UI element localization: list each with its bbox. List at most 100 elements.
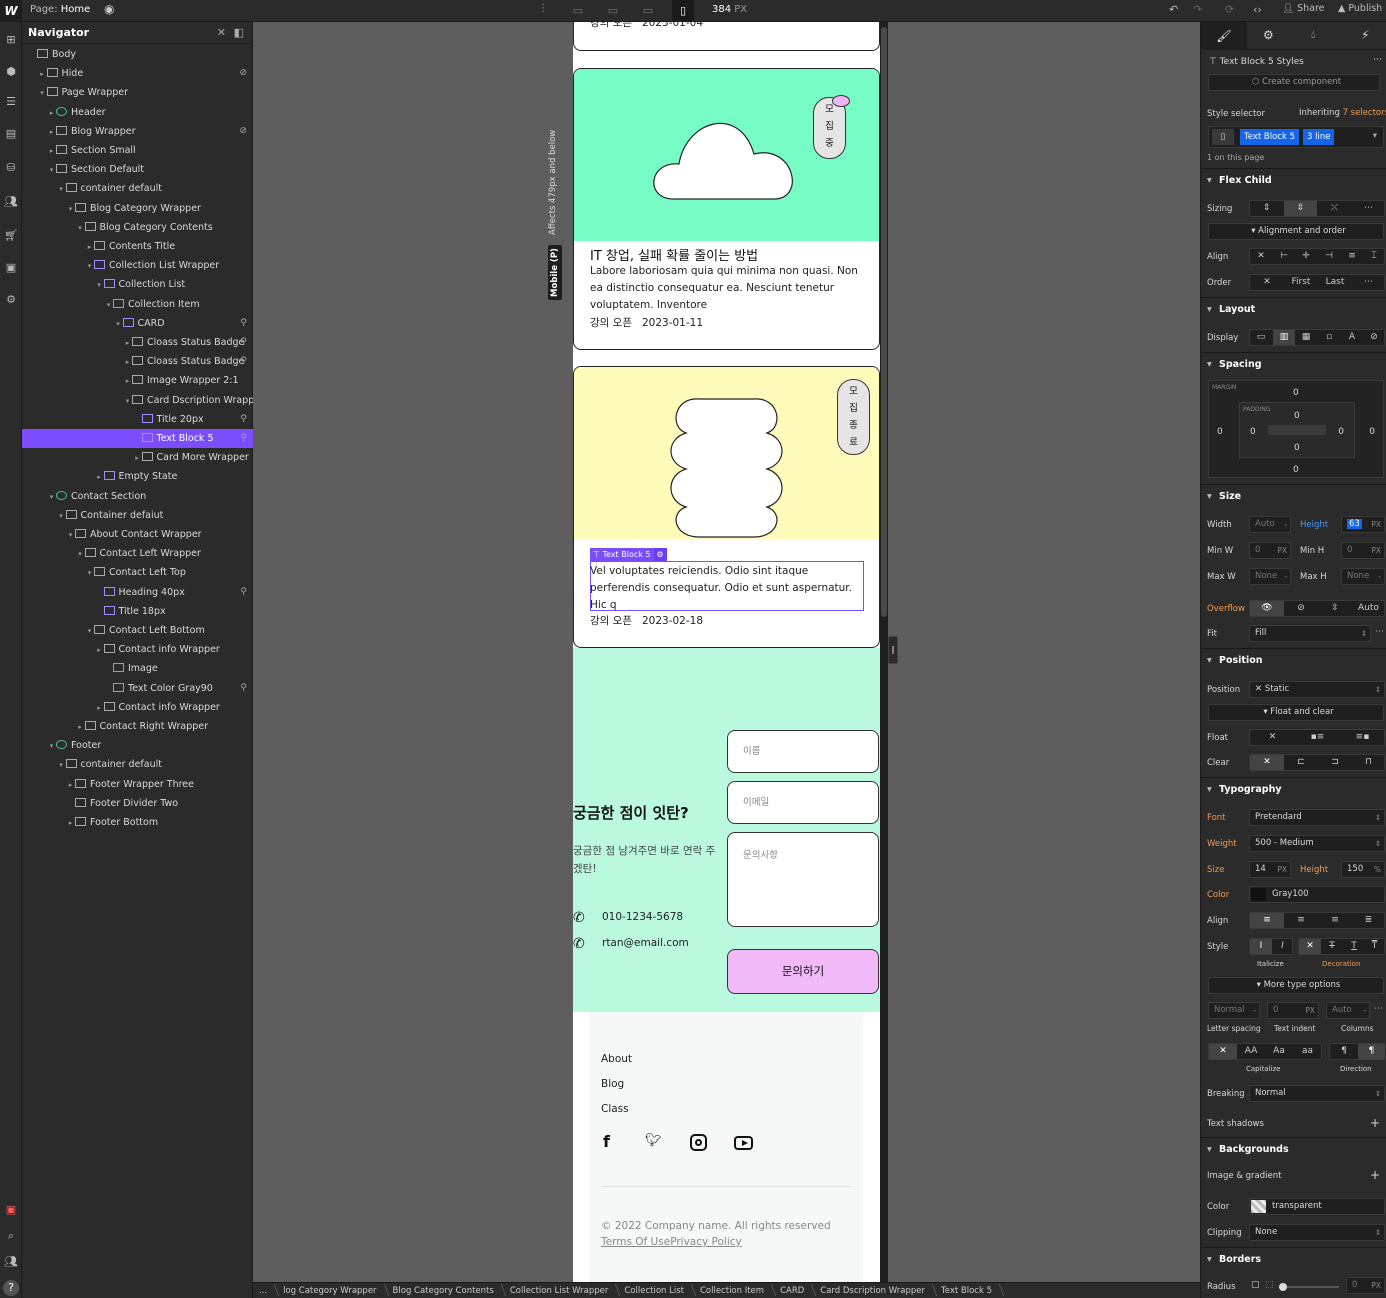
navigator-item[interactable]: Title 20px ⚲ — [22, 410, 253, 429]
navigator-item[interactable]: ▾ Contact Left Top — [22, 563, 253, 582]
desktop-icon[interactable]: ▭ — [602, 0, 624, 22]
expand-arrow-icon[interactable]: ▾ — [85, 257, 94, 276]
navigator-item[interactable]: ▾ Contact Section — [22, 487, 253, 506]
margin-top[interactable]: 0 — [1293, 388, 1299, 398]
navigator-item[interactable]: ▾ CARD ⚲ — [22, 314, 253, 333]
navigator-item[interactable]: ▸ Contents Title — [22, 237, 253, 256]
collapse-icon[interactable]: ✕ — [217, 22, 226, 44]
expand-arrow-icon[interactable]: ▸ — [133, 449, 142, 468]
expand-arrow-icon[interactable]: ▸ — [95, 468, 104, 487]
expand-arrow-icon[interactable]: ▾ — [57, 180, 66, 199]
navigator-item[interactable]: ▸ Image Wrapper 2:1 — [22, 371, 253, 390]
message-textarea[interactable]: 문의사항 — [727, 832, 879, 927]
min-width-input[interactable]: 0 PX — [1249, 542, 1291, 559]
display-toggle[interactable]: ▭ ▥ ▦ ▫ A ⊘ — [1249, 329, 1385, 346]
add-background-icon[interactable]: + — [1370, 1168, 1380, 1182]
navigator-item[interactable]: ▸ Cloass Status Badge ⚲ — [22, 352, 253, 371]
expand-arrow-icon[interactable]: ▸ — [38, 65, 47, 84]
navigator-item[interactable]: ▾ Footer — [22, 736, 253, 755]
breadcrumb-item[interactable]: ... — [253, 1283, 277, 1298]
navigator-item[interactable]: ▾ Collection List Wrapper — [22, 256, 253, 275]
expand-arrow-icon[interactable]: ▾ — [38, 84, 47, 103]
navigator-icon[interactable]: ☰ — [3, 94, 19, 110]
radius-individual-icon[interactable]: ⬚ — [1265, 1280, 1274, 1290]
breadcrumb-item[interactable]: Collection List — [618, 1283, 694, 1298]
users-icon[interactable]: 👥︎ — [3, 194, 19, 210]
navigator-item[interactable]: Text Color Gray90 ⚲ — [22, 679, 253, 698]
assets-icon[interactable]: ▣ — [3, 260, 19, 276]
navigator-item[interactable]: ▾ container default — [22, 755, 253, 774]
youtube-icon[interactable] — [734, 1136, 753, 1150]
expand-arrow-icon[interactable]: ▸ — [95, 641, 104, 660]
navigator-item[interactable]: ▾ Container defaiut — [22, 506, 253, 525]
navigator-item[interactable]: ▸ Blog Wrapper ⊘ — [22, 122, 253, 141]
backgrounds-section[interactable]: Backgrounds — [1201, 1137, 1386, 1162]
class-selector[interactable]: ▯ Text Block 5 3 line ▾ — [1208, 126, 1384, 148]
max-width-input[interactable]: None - — [1249, 568, 1291, 585]
padding-right[interactable]: 0 — [1338, 427, 1344, 437]
more-options-icon[interactable]: ⋯ — [1373, 55, 1382, 65]
breadcrumb-item[interactable]: Text Block 5 — [935, 1283, 1002, 1298]
navigator-item[interactable]: ▸ Footer Bottom — [22, 813, 253, 832]
radius-all-icon[interactable]: ▢ — [1251, 1280, 1260, 1290]
footer-link-about[interactable]: About — [601, 1053, 632, 1065]
padding-bottom[interactable]: 0 — [1294, 443, 1300, 453]
redo-icon[interactable]: ↷ — [1193, 3, 1202, 16]
ecommerce-icon[interactable]: 🛒︎ — [3, 228, 19, 244]
navigator-item[interactable]: ▾ Contact Left Bottom — [22, 621, 253, 640]
text-indent-input[interactable]: 0 PX — [1267, 1002, 1319, 1019]
navigator-item[interactable]: ▾ Page Wrapper — [22, 83, 253, 102]
publish-button[interactable]: ▲ Publish — [1338, 3, 1382, 14]
position-select[interactable]: ✕ Static ⇕ — [1249, 681, 1385, 698]
more-type-options-toggle[interactable]: ▾ More type options — [1208, 977, 1384, 994]
slider-thumb[interactable] — [1279, 1283, 1287, 1291]
webflow-logo-icon[interactable]: W — [0, 0, 22, 22]
add-elements-icon[interactable]: ⊞ — [3, 32, 19, 48]
breadcrumb-item[interactable]: log Category Wrapper — [277, 1283, 386, 1298]
text-align-toggle[interactable]: ≡ ≡ ≡ ≣ — [1249, 912, 1385, 929]
expand-arrow-icon[interactable]: ▾ — [47, 737, 56, 756]
navigator-item[interactable]: ▸ Card More Wrapper — [22, 448, 253, 467]
expand-arrow-icon[interactable]: ▸ — [76, 718, 85, 737]
add-shadow-icon[interactable]: + — [1370, 1116, 1380, 1130]
alignment-order-toggle[interactable]: ▾ Alignment and order — [1208, 223, 1384, 240]
desktop-large-icon[interactable]: ▭ — [567, 0, 589, 22]
scroll-thumb[interactable] — [881, 27, 887, 617]
bg-color-input[interactable]: transparent — [1249, 1198, 1385, 1215]
class-chip-3-line[interactable]: 3 line — [1303, 129, 1335, 145]
navigator-item[interactable]: ▸ Contact info Wrapper — [22, 698, 253, 717]
expand-arrow-icon[interactable]: ▾ — [114, 315, 123, 334]
style-manager-icon[interactable]: 💧︎ — [1311, 28, 1315, 42]
navigator-item[interactable]: Body — [22, 45, 253, 64]
share-button[interactable]: 👤︎ Share — [1282, 3, 1325, 14]
clear-toggle[interactable]: ✕ ⊏ ⊐ ⊓ — [1249, 754, 1385, 771]
typography-section[interactable]: Typography — [1201, 777, 1386, 802]
code-icon[interactable]: ‹› — [1253, 3, 1262, 16]
sync-icon[interactable]: ⟳ — [1225, 3, 1234, 16]
expand-arrow-icon[interactable]: ▸ — [47, 123, 56, 142]
breadcrumb-item[interactable]: Blog Category Contents — [387, 1283, 504, 1298]
navigator-item[interactable]: ▸ Cloass Status Badge ⚲ — [22, 333, 253, 352]
expand-arrow-icon[interactable]: ▾ — [47, 161, 56, 180]
record-icon[interactable]: ▣ — [3, 1202, 19, 1218]
undo-icon[interactable]: ↶ — [1169, 3, 1178, 16]
mobile-viewport[interactable]: 강의 오픈 2023-01-04 모 집 중 IT 창업, 실패 확률 줄이는 … — [573, 22, 880, 1282]
settings-icon[interactable]: ⚙ — [3, 292, 19, 308]
dock-icon[interactable]: ◧ — [234, 22, 244, 44]
expand-arrow-icon[interactable]: ▾ — [76, 545, 85, 564]
sizing-toggle[interactable]: ⇕ ⇳ ⤬ ⋯ — [1249, 200, 1385, 217]
expand-arrow-icon[interactable]: ▾ — [95, 276, 104, 295]
float-toggle[interactable]: ✕ ▪≡ ≡▪ — [1249, 729, 1385, 746]
email-input[interactable]: 이메일 — [727, 781, 879, 824]
inheriting-label[interactable]: Inheriting 7 selectors — [1299, 108, 1386, 118]
expand-arrow-icon[interactable]: ▸ — [66, 776, 75, 795]
selector-state-icon[interactable]: ▯ — [1212, 129, 1234, 145]
preview-eye-icon[interactable]: ◉ — [104, 2, 114, 16]
cms-icon[interactable]: ⛁ — [3, 160, 19, 176]
margin-box[interactable]: MARGIN 0 0 0 0 PADDING 0 0 0 0 — [1208, 380, 1384, 478]
expand-arrow-icon[interactable]: ▾ — [104, 296, 113, 315]
symbols-icon[interactable]: ⬢ — [3, 64, 19, 80]
expand-arrow-icon[interactable]: ▾ — [57, 756, 66, 775]
selection-tag[interactable]: ⊤ Text Block 5 ⚙ — [590, 548, 667, 561]
direction-toggle[interactable]: ¶ ¶ — [1329, 1043, 1385, 1060]
